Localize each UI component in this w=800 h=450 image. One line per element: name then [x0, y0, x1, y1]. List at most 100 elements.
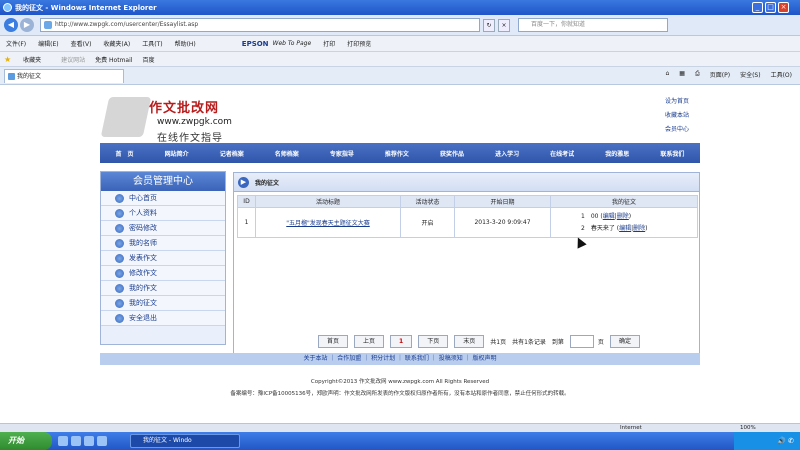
bookmark-link[interactable]: 收藏本站 [665, 109, 689, 123]
sidebar-item-logout[interactable]: 安全退出 [101, 311, 225, 326]
system-tray: 🔊 ✆ [734, 432, 800, 450]
nav-exam[interactable]: 在线考试 [550, 149, 574, 158]
menu-favorites[interactable]: 收藏夹(A) [103, 39, 130, 48]
sidebar-item-modify[interactable]: 修改作文 [101, 266, 225, 281]
page-menu[interactable]: 页面(P) [710, 70, 730, 79]
zoom-level[interactable]: 100% [740, 424, 756, 432]
window-title: 我的征文 - Windows Internet Explorer [15, 3, 157, 12]
sidebar-item-my-essays[interactable]: 我的作文 [101, 281, 225, 296]
menu-help[interactable]: 帮助(H) [175, 39, 196, 48]
site-slogan: 在线作文指导 [157, 133, 223, 144]
minimize-button[interactable]: _ [752, 2, 763, 13]
nav-home[interactable]: 首 页 [116, 149, 134, 158]
sidebar-item-teachers[interactable]: 我的名师 [101, 236, 225, 251]
web-to-page-button[interactable]: Web To Page [273, 40, 312, 47]
print-icon[interactable]: ⎙ [695, 70, 700, 79]
sidebar-item-password[interactable]: 密码修改 [101, 221, 225, 236]
col-date: 开始日期 [454, 195, 551, 208]
set-homepage-link[interactable]: 设为首页 [665, 95, 689, 109]
sidebar-title: 会员管理中心 [101, 172, 225, 191]
copyright-text: Copyright©2013 作文批改网 www.zwpgk.com All R… [310, 379, 490, 385]
first-page-button[interactable]: 首页 [318, 335, 349, 348]
member-center-link[interactable]: 会员中心 [665, 123, 689, 137]
url-input[interactable]: http://www.zwpgk.com/usercenter/Essaylis… [40, 18, 480, 32]
col-title: 活动标题 [255, 195, 401, 208]
pagination: 首页 上页 1 下页 末页 共1页 共有1条记录 到第 页 确定 [318, 335, 646, 348]
page-unit-label: 页 [597, 339, 604, 346]
contest-panel: ▶ 我的征文 ID 活动标题 活动状态 开始日期 我的征文 1 "五月榴"发现春… [233, 172, 700, 361]
nav-study[interactable]: 进入学习 [495, 149, 519, 158]
hotmail-link[interactable]: 免费 Hotmail [95, 55, 132, 64]
member-sidebar: 会员管理中心 中心首页 个人资料 密码修改 我的名师 发表作文 修改作文 我的作… [100, 171, 226, 345]
home-icon[interactable]: ⌂ [665, 70, 669, 79]
epson-logo: EPSON [241, 39, 269, 48]
maximize-button[interactable]: □ [765, 2, 776, 13]
sidebar-item-profile[interactable]: 个人资料 [101, 206, 225, 221]
site-logo[interactable]: 作文批改网 www.zwpgk.com 在线作文指导 [100, 93, 255, 145]
page-number-input[interactable] [569, 335, 594, 348]
baidu-link[interactable]: 百度 [142, 55, 154, 64]
address-bar: ◀ ▶ http://www.zwpgk.com/usercenter/Essa… [0, 15, 800, 36]
menu-file[interactable]: 文件(F) [6, 39, 26, 48]
nav-contact[interactable]: 联系我们 [660, 149, 684, 158]
tab-my-essays[interactable]: 我的征文 [4, 68, 124, 83]
nav-about[interactable]: 网站简介 [165, 149, 189, 158]
favorites-button[interactable]: ★ 收藏夹 [4, 55, 51, 64]
prev-page-button[interactable]: 上页 [354, 335, 385, 348]
sidebar-item-contest[interactable]: 我的征文 [101, 296, 225, 311]
site-url: www.zwpgk.com [157, 117, 232, 127]
suggested-sites-link[interactable]: 建议网站 [61, 55, 85, 64]
row-works: 1 00 (编辑|删除) 2 春天来了 (编辑|删除) [550, 207, 698, 238]
print-preview-button[interactable]: 打印预览 [347, 39, 371, 48]
table-row: 1 "五月榴"发现春天主题征文大赛 开启 2013-3-20 9:09:47 1… [237, 207, 698, 238]
edit-link[interactable]: 编辑 [619, 225, 631, 232]
ie-quicklaunch-icon[interactable] [58, 436, 68, 446]
nav-experts[interactable]: 专家指导 [330, 149, 354, 158]
nav-reporters[interactable]: 记者档案 [220, 149, 244, 158]
print-button[interactable]: 打印 [323, 39, 335, 48]
confirm-button[interactable]: 确定 [609, 335, 640, 348]
delete-link[interactable]: 删除 [633, 225, 645, 232]
close-button[interactable]: × [778, 2, 789, 13]
taskbar-window-button[interactable]: 我的征文 - Windo [130, 434, 240, 448]
start-button[interactable]: 开始 [0, 432, 52, 450]
col-works: 我的征文 [550, 195, 698, 208]
menu-view[interactable]: 查看(V) [71, 39, 92, 48]
nav-teachers[interactable]: 名师档案 [275, 149, 299, 158]
footer-links[interactable]: 关于本站 ｜ 合作加盟 ｜ 积分计划 ｜ 联系我们 ｜ 投稿须知 ｜ 版权声明 [100, 353, 700, 365]
bullet-icon [115, 238, 124, 248]
refresh-icon[interactable]: ↻ [483, 18, 495, 32]
tools-menu[interactable]: 工具(O) [771, 70, 792, 79]
edit-link[interactable]: 编辑 [603, 213, 615, 220]
next-page-button[interactable]: 下页 [418, 335, 449, 348]
sidebar-item-publish[interactable]: 发表作文 [101, 251, 225, 266]
bullet-icon [115, 253, 124, 263]
search-input[interactable]: 百度一下，你就知道 [518, 18, 668, 32]
sidebar-item-home[interactable]: 中心首页 [101, 191, 225, 206]
desktop-quicklaunch-icon[interactable] [84, 436, 94, 446]
back-button[interactable]: ◀ [4, 18, 18, 32]
record-count: 共有1条记录 [512, 339, 546, 346]
nav-recommended[interactable]: 推荐作文 [385, 149, 409, 158]
nav-ielts[interactable]: 我的雅思 [605, 149, 629, 158]
safety-menu[interactable]: 安全(S) [740, 70, 761, 79]
bullet-icon [115, 208, 124, 218]
menu-edit[interactable]: 编辑(E) [38, 39, 58, 48]
quick-launch [58, 436, 110, 446]
forward-button[interactable]: ▶ [20, 18, 34, 32]
media-quicklaunch-icon[interactable] [71, 436, 81, 446]
col-id: ID [237, 195, 256, 208]
bullet-icon [115, 298, 124, 308]
nav-awards[interactable]: 获奖作品 [440, 149, 464, 158]
stop-icon[interactable]: × [498, 18, 510, 32]
menu-tools[interactable]: 工具(T) [142, 39, 162, 48]
delete-link[interactable]: 删除 [617, 213, 629, 220]
contest-title-link[interactable]: "五月榴"发现春天主题征文大赛 [255, 207, 401, 238]
row-date: 2013-3-20 9:09:47 [454, 207, 551, 238]
feed-icon[interactable]: ▦ [679, 70, 685, 79]
last-page-button[interactable]: 末页 [454, 335, 485, 348]
panel-header: ▶ 我的征文 [234, 173, 699, 192]
page-count: 共1页 [490, 339, 507, 346]
folder-quicklaunch-icon[interactable] [97, 436, 107, 446]
window-titlebar: 我的征文 - Windows Internet Explorer _ □ × [0, 0, 800, 15]
